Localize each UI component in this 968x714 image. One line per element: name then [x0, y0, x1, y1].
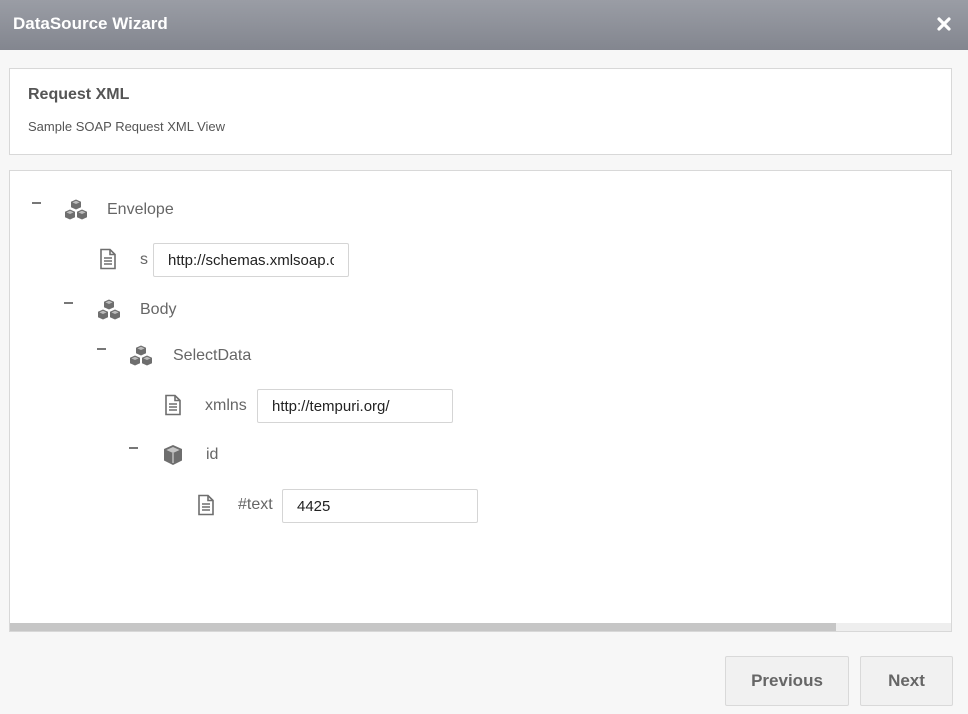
panel-subtitle: Sample SOAP Request XML View	[28, 119, 226, 134]
close-icon[interactable]	[932, 12, 956, 36]
scrollbar-thumb[interactable]	[10, 623, 836, 631]
cubes-icon	[129, 344, 153, 368]
next-button[interactable]: Next	[860, 656, 953, 706]
id-text-input[interactable]	[282, 489, 478, 523]
document-icon	[194, 493, 218, 517]
title-bar: DataSource Wizard	[0, 0, 968, 50]
id-node-label: id	[206, 446, 219, 463]
envelope-node-label: Envelope	[107, 201, 174, 218]
xml-tree-panel: Envelope s Body SelectData xmlns id #tex…	[9, 170, 952, 632]
previous-button[interactable]: Previous	[725, 656, 849, 706]
body-node-label: Body	[140, 301, 177, 318]
document-icon	[161, 393, 185, 417]
selectdata-collapse-toggle[interactable]	[95, 344, 109, 358]
envelope-namespace-input[interactable]	[153, 243, 349, 277]
document-icon	[96, 247, 120, 271]
horizontal-scrollbar[interactable]	[10, 623, 951, 631]
body-collapse-toggle[interactable]	[62, 298, 76, 312]
panel-title: Request XML	[28, 86, 130, 103]
envelope-collapse-toggle[interactable]	[30, 198, 44, 212]
cubes-icon	[64, 198, 88, 222]
header-panel: Request XML Sample SOAP Request XML View	[9, 68, 952, 155]
id-collapse-toggle[interactable]	[127, 443, 141, 457]
cubes-icon	[97, 298, 121, 322]
xmlns-input[interactable]	[257, 389, 453, 423]
cube-icon	[161, 443, 185, 467]
xmlns-attr-label: xmlns	[205, 397, 247, 414]
selectdata-node-label: SelectData	[173, 347, 252, 364]
window-title: DataSource Wizard	[13, 14, 168, 33]
text-attr-label: #text	[238, 496, 273, 513]
envelope-attr-label: s	[140, 251, 148, 268]
